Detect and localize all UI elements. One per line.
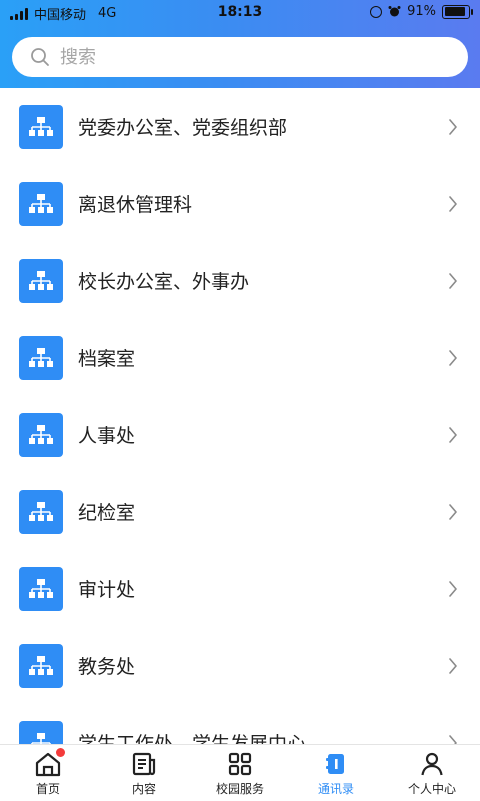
chevron-right-icon [448, 426, 458, 447]
list-item[interactable]: 校长办公室、外事办 [0, 242, 480, 319]
list-item[interactable]: 纪检室 [0, 473, 480, 550]
chevron-right-icon [448, 195, 458, 216]
list-item-label: 审计处 [78, 579, 136, 601]
tab-campus-services[interactable]: 校园服务 [192, 745, 288, 801]
list-item-label: 纪检室 [78, 502, 136, 524]
list-item[interactable]: 离退休管理科 [0, 165, 480, 242]
list-item[interactable]: 教务处 [0, 627, 480, 704]
list-item-label: 档案室 [78, 348, 136, 370]
org-chart-icon [19, 181, 63, 226]
person-icon [421, 752, 443, 776]
org-chart-icon [19, 720, 63, 744]
grid-icon [228, 752, 252, 776]
tab-content[interactable]: 内容 [96, 745, 192, 801]
tab-home[interactable]: 首页 [0, 745, 96, 801]
org-chart-icon [19, 643, 63, 688]
list-item-label: 离退休管理科 [78, 194, 193, 216]
org-chart-icon [19, 489, 63, 534]
org-chart-icon [19, 412, 63, 457]
list-item[interactable]: 人事处 [0, 396, 480, 473]
tab-profile[interactable]: 个人中心 [384, 745, 480, 801]
chevron-right-icon [448, 503, 458, 524]
org-chart-icon [19, 104, 63, 149]
battery-icon [442, 4, 473, 19]
header: 中国移动 4G 18:13 91% [0, 0, 480, 88]
tab-label: 校园服务 [215, 782, 264, 796]
chevron-right-icon [448, 118, 458, 139]
list-item-label: 校长办公室、外事办 [78, 271, 250, 293]
list-item[interactable]: 审计处 [0, 550, 480, 627]
document-icon [132, 752, 156, 776]
search-input[interactable] [58, 45, 442, 69]
battery-percent: 91% [407, 4, 436, 19]
tab-bar: 首页 内容 校园服务 通讯录 个人中心 [0, 744, 480, 801]
list-item[interactable]: 档案室 [0, 319, 480, 396]
tab-contacts[interactable]: 通讯录 [288, 745, 384, 801]
list-item-label: 教务处 [78, 656, 136, 678]
chevron-right-icon [448, 349, 458, 370]
chevron-right-icon [448, 657, 458, 678]
org-chart-icon [19, 335, 63, 380]
alarm-icon [388, 6, 401, 17]
list-item[interactable]: 党委办公室、党委组织部 [0, 88, 480, 165]
tab-label: 个人中心 [407, 782, 456, 796]
list-item-label: 党委办公室、党委组织部 [78, 117, 288, 139]
tab-label: 首页 [35, 782, 60, 796]
tab-label: 内容 [131, 782, 156, 796]
chevron-right-icon [448, 272, 458, 293]
tab-label: 通讯录 [317, 782, 354, 796]
chevron-right-icon [448, 580, 458, 601]
search-icon [31, 48, 49, 66]
search-bar[interactable] [12, 37, 468, 77]
contacts-icon [326, 754, 344, 774]
chevron-right-icon [448, 734, 458, 744]
list-item-label: 人事处 [78, 425, 136, 447]
list-item-label: 学生工作处、学生发展中心 [78, 733, 307, 744]
org-chart-icon [19, 566, 63, 611]
rotation-lock-icon [370, 5, 383, 18]
org-chart-icon [19, 258, 63, 303]
notification-badge [56, 748, 65, 757]
list-item[interactable]: 学生工作处、学生发展中心 [0, 704, 480, 744]
status-bar: 中国移动 4G 18:13 91% [0, 0, 480, 24]
department-list: 党委办公室、党委组织部 离退休管理科校长办公室、外事办 档案室人事处纪检室审计处教务… [0, 88, 480, 744]
